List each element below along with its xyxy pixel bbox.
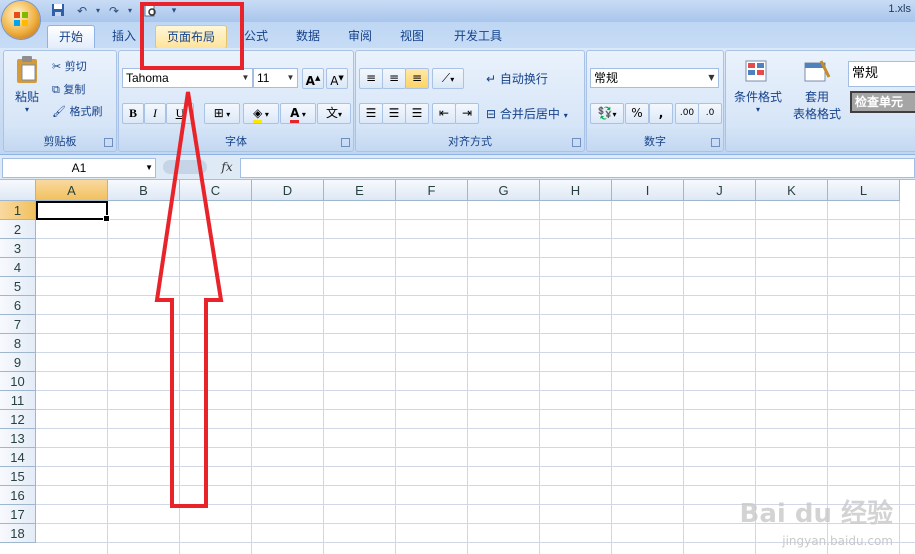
red-up-arrow-icon <box>154 91 224 508</box>
annotation-arrow <box>154 91 224 508</box>
office-logo-icon <box>14 12 28 26</box>
watermark-url: jingyan.baidu.com <box>782 534 893 548</box>
watermark-logo: Bai du 经验 <box>739 499 894 529</box>
office-button[interactable] <box>2 1 40 39</box>
